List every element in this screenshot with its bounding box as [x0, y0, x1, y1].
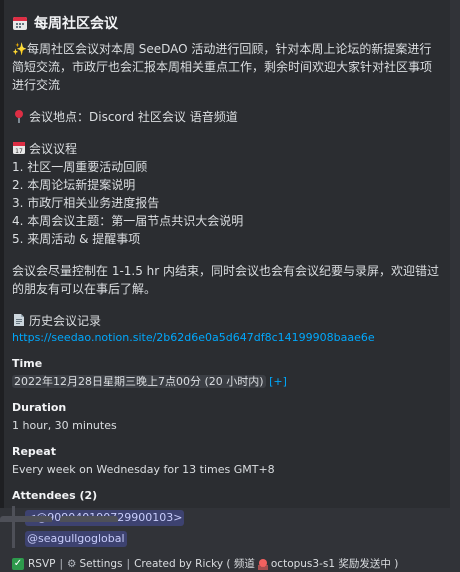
repeat-value: Every week on Wednesday for 13 times GMT…: [12, 463, 275, 476]
agenda-item: 1. 社区一周重要活动回顾: [12, 160, 148, 174]
repeat-field: Repeat Every week on Wednesday for 13 ti…: [12, 444, 442, 478]
repeat-label: Repeat: [12, 445, 56, 458]
meeting-location: 会议地点：Discord 社区会议 语音频道: [12, 108, 442, 126]
svg-text:17: 17: [15, 148, 23, 155]
footer-divider: |: [126, 558, 131, 570]
attendee-mention[interactable]: @seagullgoglobal: [25, 531, 127, 547]
attendees-label: Attendees (2): [12, 489, 98, 502]
embed-title-row: 每周社区会议: [12, 13, 442, 33]
agenda-item: 5. 来周活动 & 提醒事项: [12, 232, 141, 246]
bottom-buttons-peek: [0, 516, 460, 522]
embed-title: 每周社区会议: [34, 16, 118, 32]
created-by-text: Created by Ricky ( 频道: [134, 558, 255, 570]
history-title-text: 历史会议记录: [29, 314, 102, 328]
agenda-item: 2. 本周论坛新提案说明: [12, 178, 136, 192]
document-icon: [14, 314, 24, 326]
channel-text[interactable]: octopus3-s1 奖励发送中 ): [271, 556, 398, 572]
agenda-item: 4. 本周会议主题：第一届节点共识大会说明: [12, 214, 244, 228]
duration-value: 1 hour, 30 minutes: [12, 419, 117, 432]
footer-divider: |: [59, 558, 64, 570]
embed-footer: ✓ RSVP | ⚙ Settings | Created by Ricky (…: [12, 556, 442, 572]
event-embed: 每周社区会议 ✨每周社区会议对本周 SeeDAO 活动进行回顾，针对本周上论坛的…: [0, 0, 450, 570]
pin-icon: [15, 110, 23, 123]
timestamp-relative: (20 小时内): [204, 375, 264, 388]
time-value-row: 2022年12月28日星期三晚上7点00分 (20 小时内) [+]: [12, 373, 442, 390]
gear-icon: ⚙: [67, 558, 77, 570]
history-title: 历史会议记录: [12, 312, 442, 330]
duration-field: Duration 1 hour, 30 minutes: [12, 400, 442, 434]
calendar-icon: [13, 17, 27, 30]
time-field: Time 2022年12月28日星期三晚上7点00分 (20 小时内) [+]: [12, 356, 442, 390]
rsvp-link[interactable]: RSVP: [28, 556, 55, 572]
agenda-item: 3. 市政厅相关业务进度报告: [12, 196, 160, 210]
bottom-button[interactable]: [0, 516, 52, 522]
location-text: 会议地点：Discord 社区会议 语音频道: [29, 110, 238, 124]
add-to-calendar-link[interactable]: [+]: [269, 375, 287, 388]
bottom-button[interactable]: [60, 516, 118, 522]
attendees-list: <@909040190729900103> @seagullgoglobal: [12, 506, 442, 548]
time-label: Time: [12, 357, 43, 370]
check-icon: ✓: [12, 558, 24, 570]
embed-intro: ✨每周社区会议对本周 SeeDAO 活动进行回顾，针对本周上论坛的新提案进行简短…: [12, 42, 433, 92]
octopus-icon: [258, 558, 268, 570]
calendar-tear-icon: 17: [13, 142, 25, 155]
timestamp[interactable]: 2022年12月28日星期三晚上7点00分 (20 小时内): [12, 375, 266, 388]
agenda-title-text: 会议议程: [29, 142, 78, 156]
history-link[interactable]: https://seedao.notion.site/2b62d6e0a5d64…: [12, 330, 442, 346]
timestamp-text: 2022年12月28日星期三晚上7点00分: [14, 375, 201, 388]
duration-label: Duration: [12, 401, 67, 414]
agenda-title: 17 会议议程: [12, 140, 442, 158]
meeting-note: 会议会尽量控制在 1-1.5 hr 内结束，同时会议也会有会议纪要与录屏，欢迎错…: [12, 264, 440, 296]
settings-link[interactable]: Settings: [79, 556, 122, 572]
